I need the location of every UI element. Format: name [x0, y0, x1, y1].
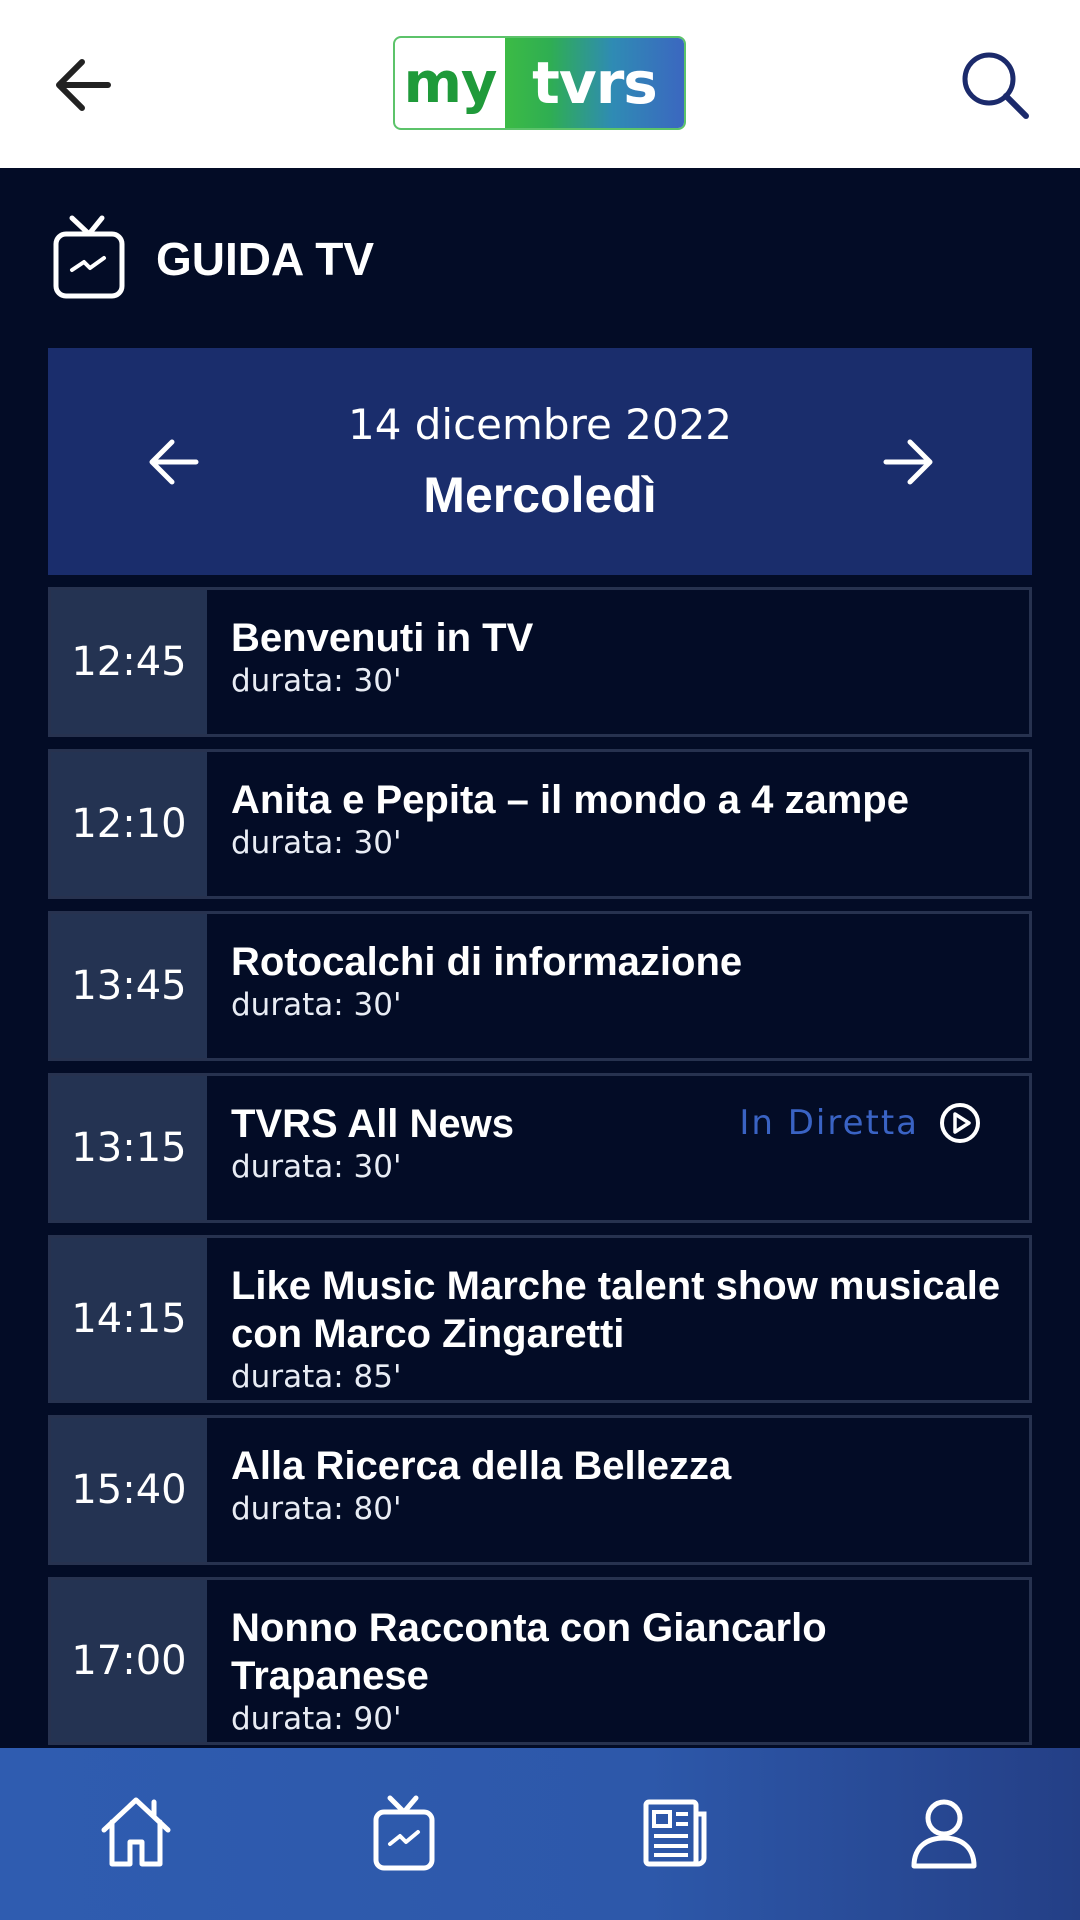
schedule-row[interactable]: 17:00 Nonno Racconta con Giancarlo Trapa… [48, 1577, 1032, 1745]
program-duration: durata: 30' [231, 825, 402, 861]
next-day-arrow-icon[interactable] [878, 432, 938, 492]
program-time: 15:40 [51, 1418, 207, 1562]
schedule-row[interactable]: 15:40 Alla Ricerca della Bellezza durata… [48, 1415, 1032, 1565]
program-title: Anita e Pepita – il mondo a 4 zampe [231, 778, 909, 822]
news-icon[interactable] [634, 1792, 714, 1872]
bottom-navigation [0, 1748, 1080, 1920]
profile-icon[interactable] [904, 1792, 984, 1872]
program-title: Nonno Racconta con Giancarlo Trapanese [231, 1606, 827, 1698]
live-label: In Diretta [739, 1103, 919, 1143]
schedule-row[interactable]: 14:15 Like Music Marche talent show musi… [48, 1235, 1032, 1403]
program-duration: durata: 30' [231, 663, 402, 699]
program-title: Alla Ricerca della Bellezza [231, 1444, 732, 1488]
schedule-row-live[interactable]: 13:15 TVRS All News durata: 30' In Diret… [48, 1073, 1032, 1223]
program-time: 12:10 [51, 752, 207, 896]
program-title: Benvenuti in TV [231, 616, 534, 660]
program-duration: durata: 30' [231, 1149, 402, 1185]
page-title: GUIDA TV [156, 233, 375, 285]
live-button[interactable]: In Diretta [739, 1102, 981, 1144]
tv-guide-icon[interactable] [366, 1792, 446, 1872]
program-time: 12:45 [51, 590, 207, 734]
program-time: 13:45 [51, 914, 207, 1058]
schedule-row[interactable]: 12:45 Benvenuti in TV durata: 30' [48, 587, 1032, 737]
home-icon[interactable] [96, 1792, 176, 1872]
program-time: 14:15 [51, 1238, 207, 1400]
tv-guide-icon [53, 215, 125, 299]
logo-my: my [395, 38, 505, 128]
schedule-row[interactable]: 12:10 Anita e Pepita – il mondo a 4 zamp… [48, 749, 1032, 899]
program-time: 13:15 [51, 1076, 207, 1220]
search-icon[interactable] [958, 48, 1032, 122]
back-arrow-icon[interactable] [48, 50, 118, 120]
schedule-row[interactable]: 13:45 Rotocalchi di informazione durata:… [48, 911, 1032, 1061]
date-selector: 14 dicembre 2022 Mercoledì [48, 348, 1032, 575]
program-title: Rotocalchi di informazione [231, 940, 743, 984]
program-duration: durata: 30' [231, 987, 402, 1023]
play-circle-icon [940, 1103, 980, 1143]
app-logo[interactable]: my tvrs [393, 36, 686, 130]
program-duration: durata: 85' [231, 1359, 402, 1395]
logo-my-text: my [403, 50, 498, 116]
top-app-bar: my tvrs [0, 0, 1080, 168]
program-title: Like Music Marche talent show musicale c… [231, 1264, 1001, 1356]
program-duration: durata: 80' [231, 1491, 402, 1527]
program-time: 17:00 [51, 1580, 207, 1742]
logo-tvrs: tvrs [505, 38, 684, 128]
program-duration: durata: 90' [231, 1701, 402, 1737]
